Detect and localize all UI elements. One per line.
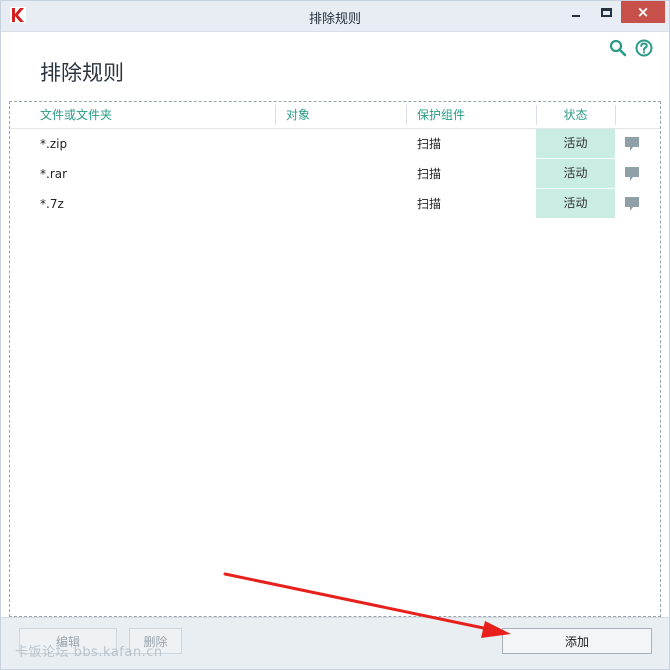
exclusion-rules-window: 排除规则 × 排除规则 文件或文件夹 对象 保护组件 状态 *.zip 扫描 活… xyxy=(0,0,670,670)
annotation-arrow-icon xyxy=(223,572,511,638)
